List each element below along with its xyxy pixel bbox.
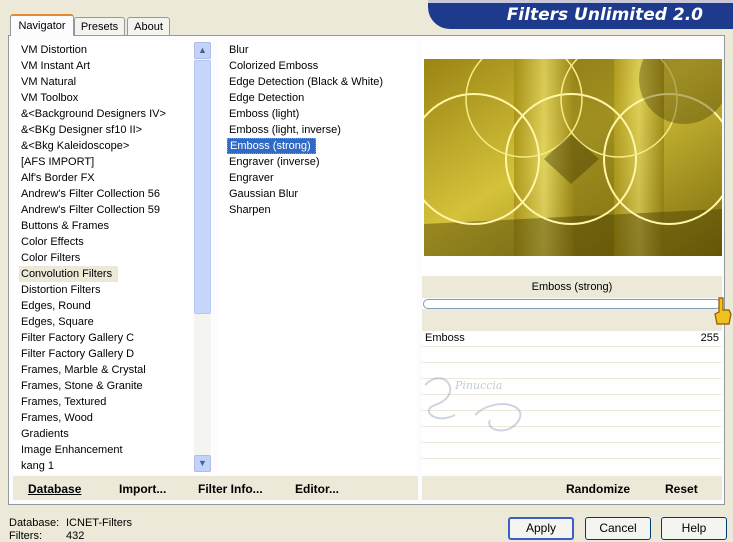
preview-artwork <box>424 59 722 256</box>
param-row-empty <box>422 443 722 459</box>
filter-item[interactable]: Edge Detection <box>227 90 383 106</box>
filter-item[interactable]: Emboss (strong) <box>227 138 316 154</box>
chevron-down-icon: ▼ <box>198 458 207 468</box>
category-item[interactable]: Buttons & Frames <box>19 218 166 234</box>
scroll-up-button[interactable]: ▲ <box>194 42 211 59</box>
category-item[interactable]: Andrew's Filter Collection 59 <box>19 202 166 218</box>
filter-title: Emboss (strong) <box>422 276 722 298</box>
help-button[interactable]: Help <box>661 517 727 540</box>
param-value: 255 <box>700 332 719 344</box>
filter-item[interactable]: Engraver (inverse) <box>227 154 383 170</box>
database-button[interactable]: Database <box>28 482 81 496</box>
category-item[interactable]: kang 1 <box>19 458 166 474</box>
category-item[interactable]: Image Enhancement <box>19 442 166 458</box>
filter-item[interactable]: Engraver <box>227 170 383 186</box>
category-item[interactable]: Filter Factory Gallery D <box>19 346 166 362</box>
status-filters: Filters: 432 <box>9 530 84 542</box>
pointing-hand-icon[interactable] <box>711 296 733 328</box>
preview-image <box>424 59 722 256</box>
left-toolbar: Database Import... Filter Info... Editor… <box>13 476 418 500</box>
tab-navigator[interactable]: Navigator <box>10 14 74 36</box>
filter-item[interactable]: Edge Detection (Black & White) <box>227 74 383 90</box>
category-item[interactable]: Gradients <box>19 426 166 442</box>
chevron-up-icon: ▲ <box>198 45 207 55</box>
category-item[interactable]: Color Effects <box>19 234 166 250</box>
category-item[interactable]: &<Background Designers IV> <box>19 106 166 122</box>
category-item[interactable]: Edges, Square <box>19 314 166 330</box>
category-list: VM Distortion VM Instant Art VM Natural VM … <box>19 42 166 474</box>
category-item[interactable]: Distortion Filters <box>19 282 166 298</box>
right-toolbar: Randomize Reset <box>422 476 722 500</box>
category-item[interactable]: Color Filters <box>19 250 166 266</box>
watermark-logo: Pinuccia <box>415 365 545 440</box>
category-item[interactable]: VM Toolbox <box>19 90 166 106</box>
filter-item[interactable]: Colorized Emboss <box>227 58 383 74</box>
category-item[interactable]: Convolution Filters <box>19 266 119 282</box>
watermark-text: Pinuccia <box>455 379 503 392</box>
scroll-thumb[interactable] <box>194 60 211 314</box>
randomize-button[interactable]: Randomize <box>566 482 630 496</box>
filter-list: Blur Colorized Emboss Edge Detection (Blac… <box>227 42 383 218</box>
filter-item[interactable]: Sharpen <box>227 202 383 218</box>
param-name: Emboss <box>425 332 465 344</box>
category-item[interactable]: Alf's Border FX <box>19 170 166 186</box>
status-filters-value: 432 <box>66 530 85 542</box>
apply-button[interactable]: Apply <box>508 517 574 540</box>
category-item[interactable]: VM Distortion <box>19 42 166 58</box>
scroll-down-button[interactable]: ▼ <box>194 455 211 472</box>
filter-item[interactable]: Emboss (light) <box>227 106 383 122</box>
status-database-label: Database: <box>9 517 60 529</box>
category-item[interactable]: Filter Factory Gallery C <box>19 330 166 346</box>
category-item[interactable]: VM Natural <box>19 74 166 90</box>
category-item[interactable]: Frames, Marble & Crystal <box>19 362 166 378</box>
param-row: Emboss 255 <box>422 331 722 347</box>
slider-area <box>422 309 722 331</box>
category-item[interactable]: VM Instant Art <box>19 58 166 74</box>
editor-button[interactable]: Editor... <box>295 482 339 496</box>
filter-item[interactable]: Gaussian Blur <box>227 186 383 202</box>
status-filters-label: Filters: <box>9 530 42 542</box>
category-item[interactable]: Frames, Textured <box>19 394 166 410</box>
reset-button[interactable]: Reset <box>665 482 698 496</box>
tab-about[interactable]: About <box>127 17 170 35</box>
status-database: Database: ICNET-Filters <box>9 517 132 529</box>
cancel-button[interactable]: Cancel <box>585 517 651 540</box>
filter-list-panel: Blur Colorized Emboss Edge Detection (Blac… <box>217 40 417 474</box>
filter-info-button[interactable]: Filter Info... <box>198 482 263 496</box>
filter-item[interactable]: Blur <box>227 42 383 58</box>
emboss-slider-track[interactable] <box>423 299 721 309</box>
category-item[interactable]: Frames, Wood <box>19 410 166 426</box>
filter-item[interactable]: Emboss (light, inverse) <box>227 122 383 138</box>
category-scrollbar[interactable]: ▲ ▼ <box>194 42 211 472</box>
category-list-panel: VM Distortion VM Instant Art VM Natural VM … <box>14 40 212 474</box>
category-item[interactable]: &<Bkg Kaleidoscope> <box>19 138 166 154</box>
category-item[interactable]: [AFS IMPORT] <box>19 154 166 170</box>
param-row-empty <box>422 347 722 363</box>
category-item[interactable]: Frames, Stone & Granite <box>19 378 166 394</box>
category-item[interactable]: &<BKg Designer sf10 II> <box>19 122 166 138</box>
category-item[interactable]: Edges, Round <box>19 298 166 314</box>
category-item[interactable]: Andrew's Filter Collection 56 <box>19 186 166 202</box>
import-button[interactable]: Import... <box>119 482 166 496</box>
tab-presets[interactable]: Presets <box>74 17 125 35</box>
app-title: Filters Unlimited 2.0 <box>506 5 703 25</box>
header-banner: Filters Unlimited 2.0 <box>428 3 733 29</box>
status-database-value: ICNET-Filters <box>66 517 132 529</box>
